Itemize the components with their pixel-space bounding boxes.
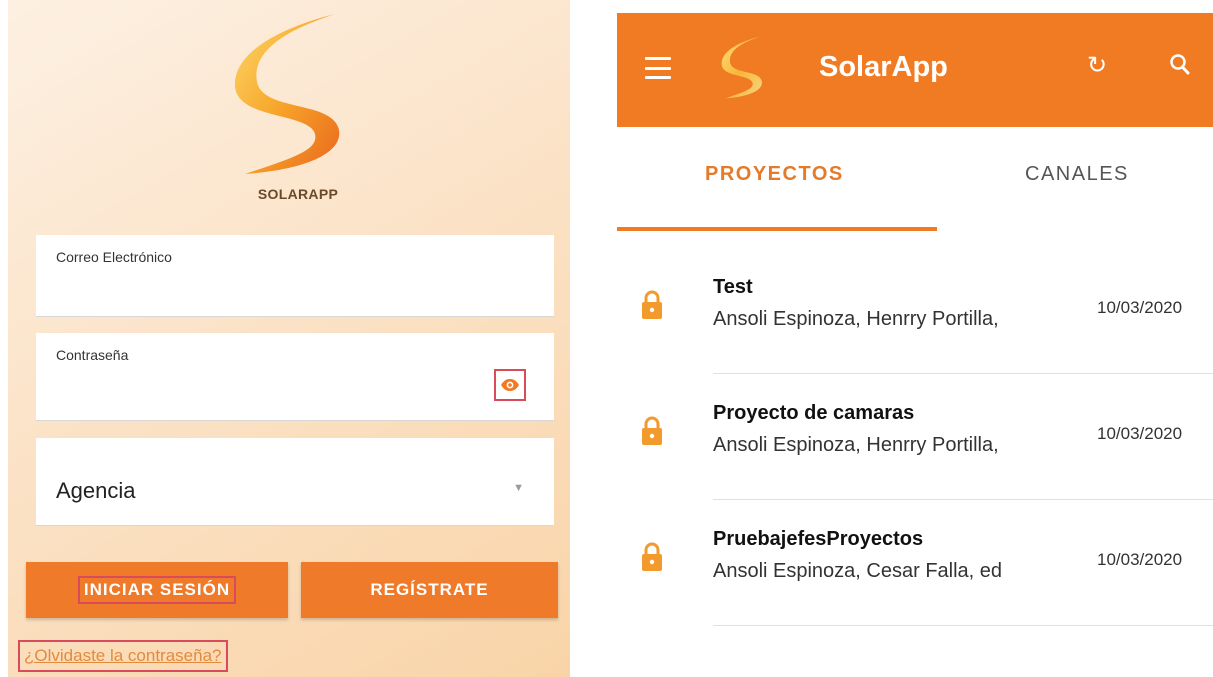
solarapp-logo: SOLARAPP — [208, 8, 388, 213]
password-underline — [36, 420, 554, 421]
row-divider — [713, 625, 1213, 626]
password-label: Contraseña — [56, 347, 129, 363]
login-button-label: INICIAR SESIÓN — [77, 576, 237, 604]
email-label: Correo Electrónico — [56, 249, 172, 265]
app-bar: SolarApp ↻ — [617, 13, 1213, 127]
projects-screen: SolarApp ↻ PROYECTOS CANALES Test Ansoli… — [617, 13, 1213, 677]
register-button[interactable]: REGÍSTRATE — [301, 562, 558, 618]
logo-caption: SOLARAPP — [257, 186, 339, 202]
app-bar-logo-icon — [717, 27, 775, 112]
agency-underline — [36, 525, 554, 526]
project-row[interactable]: Proyecto de camaras Ansoli Espinoza, Hen… — [617, 374, 1213, 500]
active-tab-indicator — [617, 227, 937, 231]
project-row[interactable]: PruebajefesProyectos Ansoli Espinoza, Ce… — [617, 500, 1213, 626]
tab-channels[interactable]: CANALES — [1025, 163, 1129, 186]
login-screen: SOLARAPP Correo Electrónico Contraseña A… — [8, 0, 570, 677]
lock-icon — [641, 290, 663, 325]
project-row[interactable]: Test Ansoli Espinoza, Henrry Portilla, 1… — [617, 248, 1213, 374]
agency-select[interactable]: Agencia ▼ — [36, 438, 554, 526]
project-members: Ansoli Espinoza, Cesar Falla, ed — [713, 560, 1003, 582]
lock-icon — [641, 542, 663, 577]
menu-icon[interactable] — [643, 53, 673, 83]
login-button[interactable]: INICIAR SESIÓN — [26, 562, 288, 618]
email-underline — [36, 316, 554, 317]
register-button-label: REGÍSTRATE — [370, 580, 489, 599]
solarapp-logo-icon — [234, 14, 340, 174]
project-title: Proyecto de camaras — [713, 402, 915, 424]
project-members: Ansoli Espinoza, Henrry Portilla, — [713, 434, 999, 456]
project-title: Test — [713, 276, 753, 298]
project-date: 10/03/2020 — [1097, 424, 1183, 443]
refresh-icon[interactable]: ↻ — [1087, 51, 1107, 80]
tab-projects[interactable]: PROYECTOS — [705, 163, 844, 186]
password-field[interactable]: Contraseña — [36, 333, 554, 421]
eye-icon — [501, 379, 519, 391]
tab-bar: PROYECTOS CANALES — [617, 127, 1213, 233]
show-password-button[interactable] — [494, 369, 526, 401]
agency-value: Agencia — [56, 478, 136, 503]
project-members: Ansoli Espinoza, Henrry Portilla, — [713, 308, 999, 330]
forgot-password-link[interactable]: ¿Olvidaste la contraseña? — [18, 640, 228, 672]
project-date: 10/03/2020 — [1097, 550, 1183, 569]
chevron-down-icon: ▼ — [513, 482, 524, 494]
email-field[interactable]: Correo Electrónico — [36, 235, 554, 317]
search-icon[interactable] — [1169, 53, 1191, 82]
project-title: PruebajefesProyectos — [713, 528, 924, 550]
app-title: SolarApp — [819, 51, 948, 83]
lock-icon — [641, 416, 663, 451]
project-date: 10/03/2020 — [1097, 298, 1183, 317]
